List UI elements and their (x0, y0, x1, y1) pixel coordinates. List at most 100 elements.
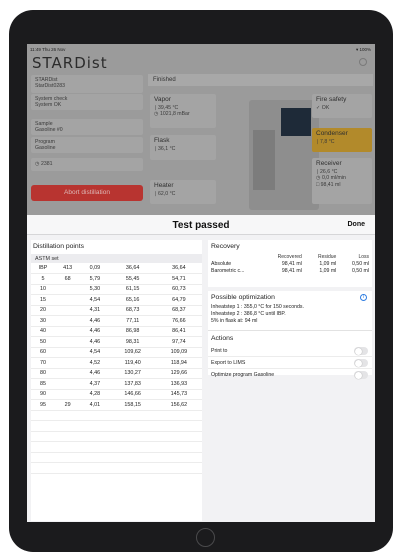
app-logo: STARDist (32, 54, 108, 72)
table-row (31, 420, 202, 432)
table-cell: 70 (31, 357, 55, 369)
table-row: 10 5,30 61,15 60,73 (31, 284, 202, 295)
table-cell (31, 452, 55, 463)
table-row (31, 452, 202, 463)
table-cell: 4,31 (80, 305, 110, 316)
table-cell: 86,41 (155, 326, 202, 337)
program-card[interactable]: Program Gasoline (31, 137, 143, 153)
fire-safety-panel: Fire safety ✓ OK (312, 94, 372, 118)
table-cell: 97,74 (155, 336, 202, 348)
table-row: 40 4,46 86,98 86,41 (31, 326, 202, 337)
table-row: 90 4,28 146,66 145,73 (31, 389, 202, 400)
table-cell: 95 (31, 399, 55, 411)
table-cell (31, 441, 55, 453)
table-cell: 30 (31, 315, 55, 327)
table-row: 85 4,37 137,83 136,93 (31, 378, 202, 390)
action-optimize-program: Optimize program Gasoline (208, 369, 372, 381)
power-icon[interactable] (359, 58, 367, 66)
optimize-program-toggle[interactable] (354, 371, 368, 379)
receiver-temp: 26,6 °C (320, 168, 338, 175)
table-row: 70 4,52 119,40 118,94 (31, 357, 202, 369)
flask-panel: Flask ∣ 36,1 °C (150, 135, 216, 160)
device-card: STARDist StarDist0283 (31, 75, 143, 93)
table-cell (55, 410, 81, 421)
table-cell: 413 (55, 263, 81, 274)
table-cell (55, 284, 81, 295)
status-bar: 11:49 Thu 26 Nov ▾ 100% (27, 44, 375, 54)
table-cell (80, 420, 110, 432)
table-cell: 4,54 (80, 347, 110, 358)
table-cell (109, 462, 156, 474)
table-cell: 136,93 (155, 378, 202, 390)
optimization-line: Inheatstep 1 : 355,0 °C for 150 seconds. (211, 304, 304, 310)
table-cell: 5 (31, 273, 55, 285)
table-cell: 85 (31, 378, 55, 390)
table-cell (109, 452, 156, 463)
table-cell (55, 305, 81, 316)
done-button[interactable]: Done (348, 221, 366, 228)
table-cell: 68,73 (109, 305, 156, 316)
recovery-title: Recovery (211, 243, 240, 250)
table-cell: 158,15 (109, 399, 156, 411)
table-cell (80, 441, 110, 453)
abort-distillation-button[interactable]: Abort distillation (31, 185, 143, 201)
flask-title: Flask (154, 137, 170, 144)
export-lims-toggle[interactable] (354, 359, 368, 367)
table-cell: 20 (31, 305, 55, 316)
optimization-line: 5% in flask at: 94 ml (211, 318, 258, 324)
table-cell: 54,71 (155, 273, 202, 285)
table-cell (80, 452, 110, 463)
finished-status-bar: Finished (148, 74, 373, 86)
table-cell: 55,45 (109, 273, 156, 285)
table-cell (109, 441, 156, 453)
table-cell: 40 (31, 326, 55, 337)
distillation-points-title: Distillation points (33, 243, 84, 250)
clock-icon: ◷ (35, 161, 40, 167)
toggle-knob (354, 347, 362, 355)
table-cell: 137,83 (109, 378, 156, 390)
optimization-title: Possible optimization (211, 294, 275, 301)
table-cell (55, 315, 81, 327)
system-check-value: System OK (35, 102, 62, 108)
action-label: Print to (211, 348, 228, 354)
table-cell (155, 410, 202, 421)
table-cell (55, 389, 81, 400)
table-cell: 64,79 (155, 294, 202, 306)
receiver-panel: Receiver ∣ 26,6 °C ◷ 0,0 ml/min □ 98,41 … (312, 158, 372, 204)
table-cell (31, 462, 55, 474)
table-cell: 50 (31, 336, 55, 348)
table-cell: 4,37 (80, 378, 110, 390)
table-cell (55, 420, 81, 432)
condenser-temp: 7,8 °C (320, 138, 335, 145)
table-cell (31, 420, 55, 432)
condenser-panel: Condenser ∣ 7,8 °C (312, 128, 372, 152)
optimization-section: Possible optimization i Inheatstep 1 : 3… (208, 291, 372, 331)
table-cell: 146,66 (109, 389, 156, 400)
table-row: 60 4,54 109,62 109,09 (31, 347, 202, 358)
residue-header: Residue (317, 253, 337, 260)
table-cell (109, 431, 156, 442)
table-cell: 5,30 (80, 284, 110, 295)
table-cell: 68,37 (155, 305, 202, 316)
home-button[interactable] (196, 528, 215, 547)
table-cell: 130,27 (109, 368, 156, 379)
table-cell: 4,46 (80, 368, 110, 379)
receiver-flow: 0,0 ml/min (321, 175, 346, 181)
print-to-toggle[interactable] (354, 347, 368, 355)
table-cell (155, 452, 202, 463)
device-name: StarDist0283 (35, 83, 65, 89)
sample-card[interactable]: Sample Gasoline #0 (31, 119, 143, 135)
status-time: 11:49 Thu 26 Nov (30, 47, 66, 52)
vapor-title: Vapor (154, 96, 171, 103)
receiver-volume: 98,41 ml (320, 181, 341, 188)
table-cell (155, 441, 202, 453)
table-cell (55, 368, 81, 379)
sheet-header: Test passed Done (27, 215, 375, 235)
toggle-knob (354, 371, 362, 379)
table-cell (55, 452, 81, 463)
table-row (31, 441, 202, 453)
table-row: 95 29 4,01 158,15 156,62 (31, 399, 202, 411)
table-cell: 68 (55, 273, 81, 285)
info-icon[interactable]: i (360, 294, 367, 301)
table-cell: 129,66 (155, 368, 202, 379)
